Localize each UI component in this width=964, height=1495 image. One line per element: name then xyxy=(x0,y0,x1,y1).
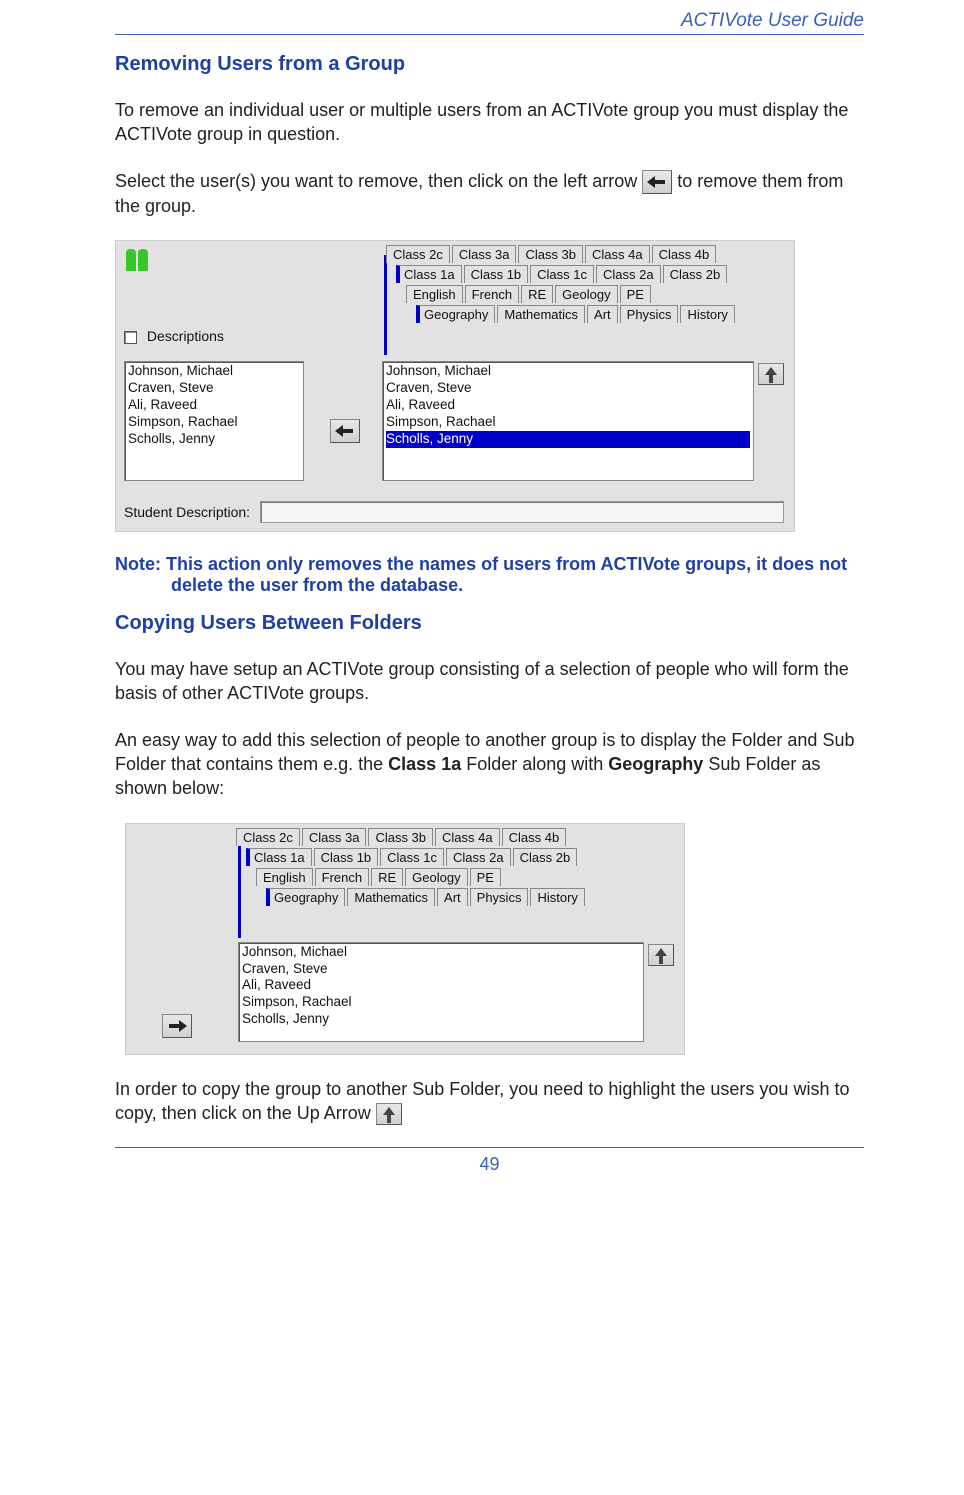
folder-tab[interactable]: Class 2c xyxy=(386,245,450,263)
student-list-left[interactable]: Johnson, MichaelCraven, SteveAli, Raveed… xyxy=(124,361,304,481)
descriptions-checkbox[interactable] xyxy=(124,331,137,344)
up-arrow-button[interactable] xyxy=(758,363,784,385)
blue-connector-line xyxy=(384,255,387,355)
list-item[interactable]: Simpson, Rachael xyxy=(386,414,750,431)
tab-container: Class 2cClass 3aClass 3bClass 4aClass 4b… xyxy=(256,828,674,908)
folder-tab[interactable]: History xyxy=(530,888,584,906)
paragraph: You may have setup an ACTIVote group con… xyxy=(115,657,864,706)
folder-tab[interactable]: PE xyxy=(620,285,651,303)
folder-tab[interactable]: RE xyxy=(371,868,403,886)
folder-tab[interactable]: Art xyxy=(437,888,468,906)
folder-tab[interactable]: Mathematics xyxy=(497,305,585,323)
paragraph: An easy way to add this selection of peo… xyxy=(115,728,864,801)
left-arrow-icon xyxy=(642,170,672,194)
folder-tab[interactable]: Class 1a xyxy=(246,848,312,866)
list-item[interactable]: Scholls, Jenny xyxy=(128,431,300,448)
folder-tab[interactable]: Class 1c xyxy=(530,265,594,283)
folder-tab[interactable]: Class 3a xyxy=(302,828,367,846)
folder-tab[interactable]: Class 2a xyxy=(446,848,511,866)
list-item[interactable]: Scholls, Jenny xyxy=(386,431,750,448)
folder-tab[interactable]: Mathematics xyxy=(347,888,435,906)
folder-tab[interactable]: Class 2a xyxy=(596,265,661,283)
up-arrow-button[interactable] xyxy=(648,944,674,966)
list-item[interactable]: Ali, Raveed xyxy=(128,397,300,414)
folder-tab[interactable]: Class 1b xyxy=(464,265,529,283)
folder-tab[interactable]: Geology xyxy=(555,285,617,303)
note-text: Note: This action only removes the names… xyxy=(115,554,864,596)
folder-tab[interactable]: Class 3b xyxy=(518,245,583,263)
folder-tab[interactable]: Class 3a xyxy=(452,245,517,263)
remove-arrow-button[interactable] xyxy=(330,419,360,443)
folder-tab[interactable]: Class 2b xyxy=(663,265,728,283)
list-item[interactable]: Johnson, Michael xyxy=(386,363,750,380)
paragraph: Select the user(s) you want to remove, t… xyxy=(115,169,864,219)
list-item[interactable]: Craven, Steve xyxy=(128,380,300,397)
folder-tab[interactable]: Class 1b xyxy=(314,848,379,866)
folder-tab[interactable]: Class 1c xyxy=(380,848,444,866)
list-item[interactable]: Scholls, Jenny xyxy=(242,1011,640,1028)
page-number: 49 xyxy=(115,1154,864,1175)
list-item[interactable]: Craven, Steve xyxy=(242,961,640,978)
folder-tab[interactable]: RE xyxy=(521,285,553,303)
text: Select the user(s) you want to remove, t… xyxy=(115,171,642,191)
list-item[interactable]: Johnson, Michael xyxy=(128,363,300,380)
paragraph: In order to copy the group to another Su… xyxy=(115,1077,864,1126)
list-item[interactable]: Ali, Raveed xyxy=(242,977,640,994)
blue-connector-line xyxy=(238,838,241,938)
student-description-field[interactable] xyxy=(260,501,784,523)
section-heading-removing: Removing Users from a Group xyxy=(115,53,864,76)
bold-text: Geography xyxy=(608,754,703,774)
folder-tab[interactable]: Class 3b xyxy=(368,828,433,846)
folder-tab[interactable]: Class 1a xyxy=(396,265,462,283)
text: Folder along with xyxy=(461,754,608,774)
text: In order to copy the group to another Su… xyxy=(115,1079,849,1123)
folder-tab[interactable]: History xyxy=(680,305,734,323)
bold-text: Class 1a xyxy=(388,754,461,774)
header-rule xyxy=(115,34,864,35)
folder-tab[interactable]: English xyxy=(256,868,313,886)
folder-tab[interactable]: Class 2c xyxy=(236,828,300,846)
list-item[interactable]: Simpson, Rachael xyxy=(128,414,300,431)
folder-tab[interactable]: Class 4a xyxy=(585,245,650,263)
screenshot-remove-users: Descriptions Class 2cClass 3aClass 3bCla… xyxy=(115,240,795,532)
folder-tab[interactable]: Class 2b xyxy=(513,848,578,866)
folder-tab[interactable]: Class 4a xyxy=(435,828,500,846)
list-item[interactable]: Craven, Steve xyxy=(386,380,750,397)
folder-tab[interactable]: Physics xyxy=(470,888,529,906)
folder-tab[interactable]: Geography xyxy=(416,305,495,323)
footer-rule xyxy=(115,1147,864,1148)
section-heading-copying: Copying Users Between Folders xyxy=(115,612,864,635)
folder-tab[interactable]: PE xyxy=(470,868,501,886)
folder-tab[interactable]: French xyxy=(465,285,519,303)
list-item[interactable]: Johnson, Michael xyxy=(242,944,640,961)
folder-tab[interactable]: Class 4b xyxy=(502,828,567,846)
student-list-right[interactable]: Johnson, MichaelCraven, SteveAli, Raveed… xyxy=(382,361,754,481)
folder-tab[interactable]: Physics xyxy=(620,305,679,323)
folder-tab[interactable]: Class 4b xyxy=(652,245,717,263)
folder-tab[interactable]: Geology xyxy=(405,868,467,886)
student-description-label: Student Description: xyxy=(124,504,250,520)
folder-tab[interactable]: Geography xyxy=(266,888,345,906)
add-arrow-button[interactable] xyxy=(162,1014,192,1038)
folder-tab[interactable]: English xyxy=(406,285,463,303)
people-icon xyxy=(124,247,154,273)
header-title: ACTIVote User Guide xyxy=(115,10,864,32)
screenshot-copy-users: Class 2cClass 3aClass 3bClass 4aClass 4b… xyxy=(125,823,685,1055)
list-item[interactable]: Ali, Raveed xyxy=(386,397,750,414)
student-list[interactable]: Johnson, MichaelCraven, SteveAli, Raveed… xyxy=(238,942,644,1042)
paragraph: To remove an individual user or multiple… xyxy=(115,98,864,147)
folder-tab[interactable]: Art xyxy=(587,305,618,323)
list-item[interactable]: Simpson, Rachael xyxy=(242,994,640,1011)
descriptions-label: Descriptions xyxy=(147,328,224,344)
tab-container: Class 2cClass 3aClass 3bClass 4aClass 4b… xyxy=(406,245,784,325)
folder-tab[interactable]: French xyxy=(315,868,369,886)
up-arrow-icon xyxy=(376,1103,402,1125)
